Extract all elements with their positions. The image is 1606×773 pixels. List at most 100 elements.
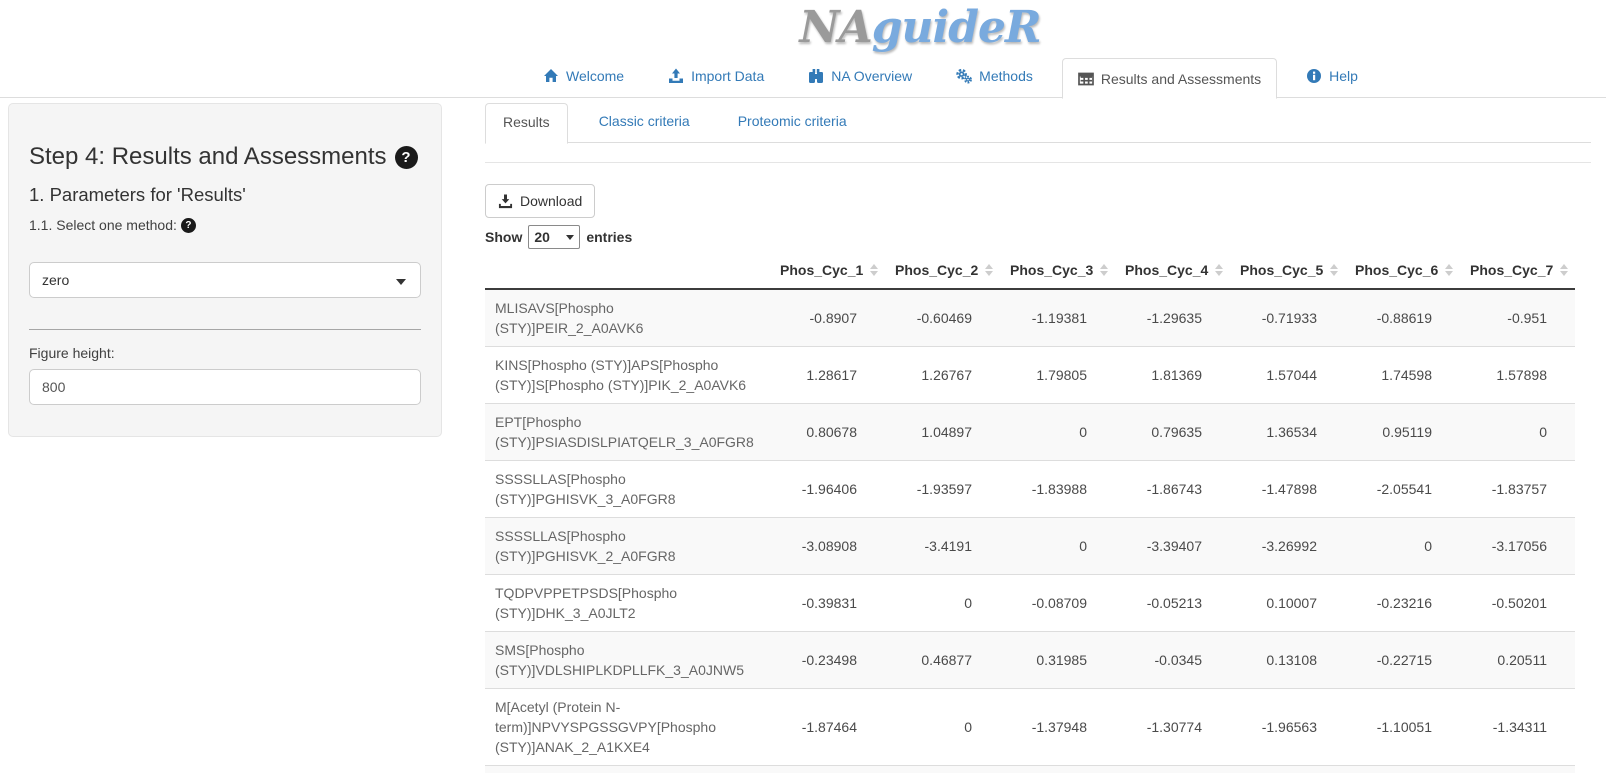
tab-proteomic-criteria[interactable]: Proteomic criteria (721, 103, 864, 144)
table-row: SMS[Phospho (STY)]VDLSHIPLKDPLLFK_3_A0JN… (485, 632, 1575, 689)
binoculars-icon (808, 68, 824, 84)
row-name: EPT[Phospho (STY)]PSIASDISLPIATQELR_3_A0… (485, 404, 770, 461)
download-icon (498, 194, 513, 209)
nav-label: Methods (979, 68, 1033, 84)
cell-value: -3.26992 (1230, 518, 1345, 575)
cell-value: -1.83988 (1000, 461, 1115, 518)
nav-item-import-data[interactable]: Import Data (653, 58, 779, 99)
tab-results[interactable]: Results (485, 103, 568, 144)
column-header[interactable]: Phos_Cyc_2 (885, 252, 1000, 289)
column-header-label: Phos_Cyc_6 (1355, 262, 1438, 278)
column-header[interactable]: Phos_Cyc_7 (1460, 252, 1575, 289)
cell-value: -0.0345 (1115, 632, 1230, 689)
row-name: TQDPVPPETPSDS[Phospho (STY)]DHK_3_A0JLT2 (485, 575, 770, 632)
show-label: Show (485, 229, 522, 245)
page-length-select[interactable]: 20 (528, 225, 580, 249)
logo-guider: guideR (872, 2, 1041, 53)
method-label: 1.1. Select one method: ? (29, 217, 421, 233)
column-header[interactable]: Phos_Cyc_6 (1345, 252, 1460, 289)
row-name: M[Acetyl (Protein N-term)]NPVYSPGSSGVPY[… (485, 689, 770, 766)
figure-height-input[interactable] (29, 369, 421, 405)
sidebar-panel: Step 4: Results and Assessments ? 1. Par… (8, 103, 442, 437)
column-header-label: Phos_Cyc_2 (895, 262, 978, 278)
download-button-label: Download (520, 193, 582, 209)
column-header[interactable]: Phos_Cyc_3 (1000, 252, 1115, 289)
cell-value: -1.96563 (1230, 689, 1345, 766)
nav-item-na-overview[interactable]: NA Overview (793, 58, 927, 99)
cell-value: 1.74598 (1345, 347, 1460, 404)
cell-value: 0.46877 (885, 632, 1000, 689)
cell-value: 0.95119 (1345, 404, 1460, 461)
cell-value: -0.951 (1460, 289, 1575, 347)
tab-classic-criteria[interactable]: Classic criteria (582, 103, 707, 144)
cell-value: -1.34311 (1460, 689, 1575, 766)
method-select-value: zero (42, 272, 69, 288)
row-name-column-header (485, 252, 770, 289)
cell-value: 0 (885, 575, 1000, 632)
column-header-label: Phos_Cyc_1 (780, 262, 863, 278)
tab-label: Classic criteria (582, 103, 707, 139)
cell-value: -0.39831 (770, 575, 885, 632)
info-icon (1306, 68, 1322, 84)
main-panel: Results Classic criteria Proteomic crite… (470, 103, 1606, 773)
main-navbar: Welcome Import Data NA Overview Methods … (0, 58, 1606, 98)
upload-icon (668, 68, 684, 84)
step-title-text: Step 4: Results and Assessments (29, 143, 387, 171)
row-name: SMS[Phospho (STY)]VDLSHIPLKDPLLFK_3_A0JN… (485, 632, 770, 689)
cell-value: -0.22715 (1345, 632, 1460, 689)
method-select[interactable]: zero (29, 262, 421, 298)
method-label-text: 1.1. Select one method: (29, 217, 177, 233)
entries-label: entries (586, 229, 632, 245)
table-row: EPT[Phospho (STY)]PSIASDISLPIATQELR_3_A0… (485, 404, 1575, 461)
cell-value: -0.05213 (1115, 575, 1230, 632)
column-header[interactable]: Phos_Cyc_4 (1115, 252, 1230, 289)
cell-value: -1.87464 (770, 689, 885, 766)
chevron-down-icon (566, 235, 574, 240)
cell-value: 0 (1000, 404, 1115, 461)
nav-item-help[interactable]: Help (1291, 58, 1373, 99)
nav-label: Import Data (691, 68, 764, 84)
cell-value: -1.93597 (885, 461, 1000, 518)
cell-value: -3.08908 (770, 518, 885, 575)
nav-label: NA Overview (831, 68, 912, 84)
logo-na: NA (799, 2, 871, 53)
nav-item-welcome[interactable]: Welcome (528, 58, 639, 99)
cell-value: -0.71933 (1230, 289, 1345, 347)
column-header[interactable]: Phos_Cyc_5 (1230, 252, 1345, 289)
sort-icon (1100, 264, 1108, 276)
cell-value: -0.88619 (1345, 289, 1460, 347)
table-row: MLISAVS[Phospho (STY)]PEIR_2_A0AVK6-0.89… (485, 289, 1575, 347)
results-table-header-row: Phos_Cyc_1 Phos_Cyc_2 Phos_Cyc_3 Phos_Cyc_4… (485, 252, 1575, 289)
table-row: SSSSLLAS[Phospho (STY)]PGHISVK_3_A0FGR8-… (485, 461, 1575, 518)
column-header[interactable]: Phos_Cyc_1 (770, 252, 885, 289)
row-name: SSSSLLAS[Phospho (STY)]PGHISVK_3_A0FGR8 (485, 461, 770, 518)
cell-value: 1.04897 (885, 404, 1000, 461)
sort-icon (1445, 264, 1453, 276)
cell-value: -0.23216 (1345, 575, 1460, 632)
method-help-question-icon[interactable]: ? (181, 218, 196, 233)
table-row: TQDPVPPETPSDS[Phospho (STY)]DHK_3_A0JLT2… (485, 575, 1575, 632)
cell-value: -0.08709 (1000, 575, 1115, 632)
download-button[interactable]: Download (485, 184, 595, 218)
step-title: Step 4: Results and Assessments ? (29, 143, 421, 171)
content-divider (485, 162, 1591, 163)
table-row-partial (485, 766, 1575, 773)
row-name: MLISAVS[Phospho (STY)]PEIR_2_A0AVK6 (485, 289, 770, 347)
cell-value: -0.8907 (770, 289, 885, 347)
nav-item-results-and-assessments[interactable]: Results and Assessments (1062, 58, 1277, 99)
help-question-icon[interactable]: ? (395, 146, 418, 169)
cell-value: 0.20511 (1460, 632, 1575, 689)
column-header-label: Phos_Cyc_4 (1125, 262, 1208, 278)
table-row: SSSSLLAS[Phospho (STY)]PGHISVK_2_A0FGR8-… (485, 518, 1575, 575)
cell-value: -1.30774 (1115, 689, 1230, 766)
cell-value: 1.57898 (1460, 347, 1575, 404)
figure-height-label: Figure height: (29, 345, 421, 361)
cell-value: -1.96406 (770, 461, 885, 518)
cell-value: -1.86743 (1115, 461, 1230, 518)
cell-value: -0.50201 (1460, 575, 1575, 632)
gears-icon (956, 68, 972, 84)
home-icon (543, 68, 559, 84)
row-name: KINS[Phospho (STY)]APS[Phospho (STY)]S[P… (485, 347, 770, 404)
cell-value: 1.28617 (770, 347, 885, 404)
nav-item-methods[interactable]: Methods (941, 58, 1048, 99)
